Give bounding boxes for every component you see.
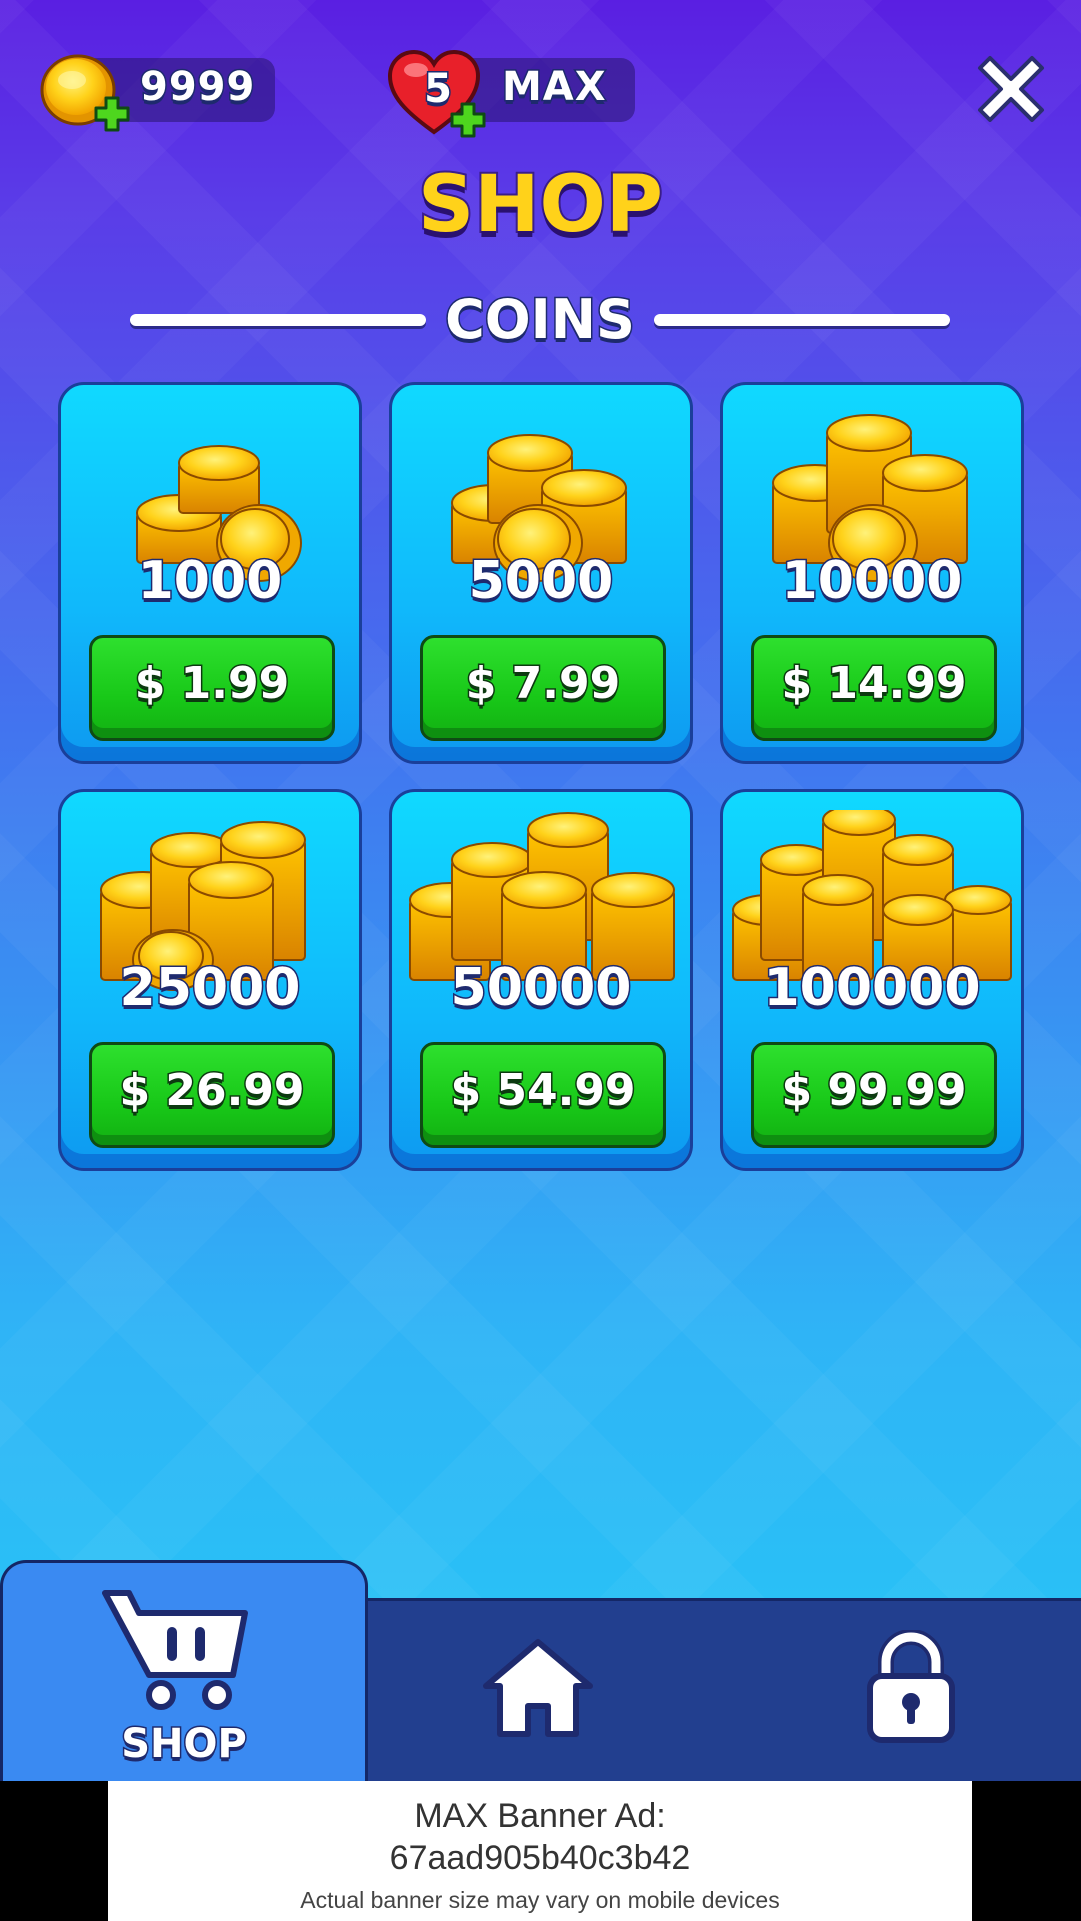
ad-note: Actual banner size may vary on mobile de… xyxy=(300,1887,780,1913)
buy-button[interactable]: $ 7.99 xyxy=(420,635,666,741)
coin-pack-card: 100000 $ 99.99 xyxy=(720,789,1024,1171)
nav-tab-home[interactable] xyxy=(360,1598,716,1781)
section-header: COINS xyxy=(130,287,950,353)
price-label: $ 99.99 xyxy=(780,1064,968,1118)
buy-button[interactable]: $ 1.99 xyxy=(89,635,335,741)
banner-ad[interactable]: MAX Banner Ad: 67aad905b40c3b42 Actual b… xyxy=(108,1781,972,1921)
price-label: $ 7.99 xyxy=(464,657,622,711)
buy-button[interactable]: $ 26.99 xyxy=(89,1042,335,1148)
coin-pack-card: 50000 $ 54.99 xyxy=(389,789,693,1171)
price-label: $ 26.99 xyxy=(118,1064,306,1118)
lives-status: MAX xyxy=(501,63,608,112)
nav-tab-locked[interactable] xyxy=(730,1598,1081,1781)
page-title: SHOP xyxy=(416,158,665,252)
cart-icon xyxy=(102,1590,248,1710)
close-icon[interactable] xyxy=(976,52,1046,122)
coin-amount: 5000 xyxy=(467,550,615,613)
coin-pack-card: 1000 $ 1.99 xyxy=(58,382,362,764)
coin-amount: 1000 xyxy=(136,550,284,613)
buy-button[interactable]: $ 99.99 xyxy=(751,1042,997,1148)
lock-icon xyxy=(867,1630,955,1743)
ad-id: 67aad905b40c3b42 xyxy=(389,1839,691,1877)
ad-area: MAX Banner Ad: 67aad905b40c3b42 Actual b… xyxy=(0,1781,1081,1921)
price-label: $ 54.99 xyxy=(449,1064,637,1118)
buy-button[interactable]: $ 54.99 xyxy=(420,1042,666,1148)
coin-amount: 25000 xyxy=(118,957,302,1020)
nav-tab-shop[interactable]: SHOP xyxy=(0,1560,368,1781)
coin-add-icon[interactable] xyxy=(38,50,134,146)
price-label: $ 14.99 xyxy=(780,657,968,711)
coin-pack-card: 25000 $ 26.99 xyxy=(58,789,362,1171)
divider-right xyxy=(654,314,950,326)
nav-label-shop: SHOP xyxy=(120,1720,249,1769)
coin-count: 9999 xyxy=(138,63,256,112)
coin-pack-card: 10000 $ 14.99 xyxy=(720,382,1024,764)
home-icon xyxy=(483,1639,593,1737)
lives-count: 5 xyxy=(423,65,454,114)
coin-pack-grid: 1000 $ 1.99 5000 $ 7.99 10000 $ 14.99 25… xyxy=(58,382,1024,1172)
coin-pack-card: 5000 $ 7.99 xyxy=(389,382,693,764)
buy-button[interactable]: $ 14.99 xyxy=(751,635,997,741)
coin-amount: 50000 xyxy=(449,957,633,1020)
ad-title: MAX Banner Ad: xyxy=(414,1797,666,1835)
coin-amount: 100000 xyxy=(762,957,982,1020)
price-label: $ 1.99 xyxy=(133,657,291,711)
shop-screen: 9999 MAX 5 SHOP COINS 1000 $ 1.99 5000 $… xyxy=(0,0,1081,1781)
coin-amount: 10000 xyxy=(780,550,964,613)
divider-left xyxy=(130,314,426,326)
section-label: COINS xyxy=(444,287,637,353)
